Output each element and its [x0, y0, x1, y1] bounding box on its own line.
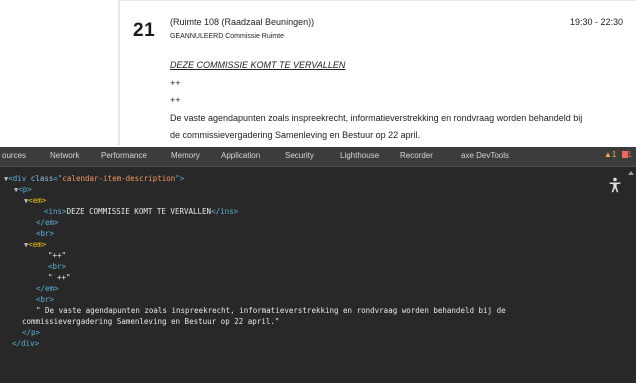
meeting-status: GEANNULEERD Commissie Ruimte: [170, 33, 284, 40]
error-count: 1: [627, 150, 632, 159]
tab-sources[interactable]: ources: [2, 151, 26, 160]
tab-axe-devtools[interactable]: axe DevTools: [461, 151, 509, 160]
calendar-page: 21 (Ruimte 108 (Raadzaal Beuningen)) GEA…: [0, 0, 636, 145]
meeting-location: (Ruimte 108 (Raadzaal Beuningen)): [170, 17, 315, 27]
tab-lighthouse[interactable]: Lighthouse: [340, 151, 379, 160]
meeting-time: 19:30 - 22:30: [570, 17, 624, 27]
tab-security[interactable]: Security: [285, 151, 314, 160]
scroll-up-arrow-icon[interactable]: [628, 171, 634, 175]
row-divider: [120, 0, 636, 1]
plus-line-2: ++: [170, 95, 181, 105]
warning-triangle-icon: ▲: [603, 150, 612, 159]
cancel-notice-em: DEZE COMMISSIE KOMT TE VERVALLEN: [170, 57, 630, 75]
dom-node-em[interactable]: ▼<em>: [24, 195, 46, 207]
tab-application[interactable]: Application: [221, 151, 260, 160]
left-rail: [118, 0, 120, 145]
devtools-panel: ources Network Performance Memory Applic…: [0, 147, 636, 383]
calendar-item-description: DEZE COMMISSIE KOMT TE VERVALLEN ++ ++ D…: [170, 57, 630, 145]
tab-recorder[interactable]: Recorder: [400, 151, 433, 160]
dom-node-ins[interactable]: <ins>DEZE COMMISSIE KOMT TE VERVALLEN</i…: [44, 206, 238, 218]
dom-node-em[interactable]: ▼<em>: [24, 239, 46, 251]
description-line-2: de commissievergadering Samenleving en B…: [170, 130, 421, 140]
dom-node-div-close[interactable]: </div>: [12, 338, 39, 350]
issue-badges[interactable]: ▲1 1: [604, 150, 632, 159]
cancel-notice: DEZE COMMISSIE KOMT TE VERVALLEN: [170, 60, 346, 70]
dom-text-node-continued[interactable]: commissievergadering Samenleving en Best…: [22, 316, 279, 328]
calendar-day-number: 21: [133, 20, 156, 41]
accessibility-person-icon[interactable]: [608, 177, 622, 193]
plus-line-1: ++: [170, 77, 181, 88]
tab-memory[interactable]: Memory: [171, 151, 200, 160]
devtools-tabbar: ources Network Performance Memory Applic…: [0, 147, 636, 167]
description-line-1: De vaste agendapunten zoals inspreekrech…: [170, 112, 583, 123]
tab-performance[interactable]: Performance: [101, 151, 147, 160]
warning-count: 1: [611, 150, 617, 159]
tab-network[interactable]: Network: [50, 151, 79, 160]
